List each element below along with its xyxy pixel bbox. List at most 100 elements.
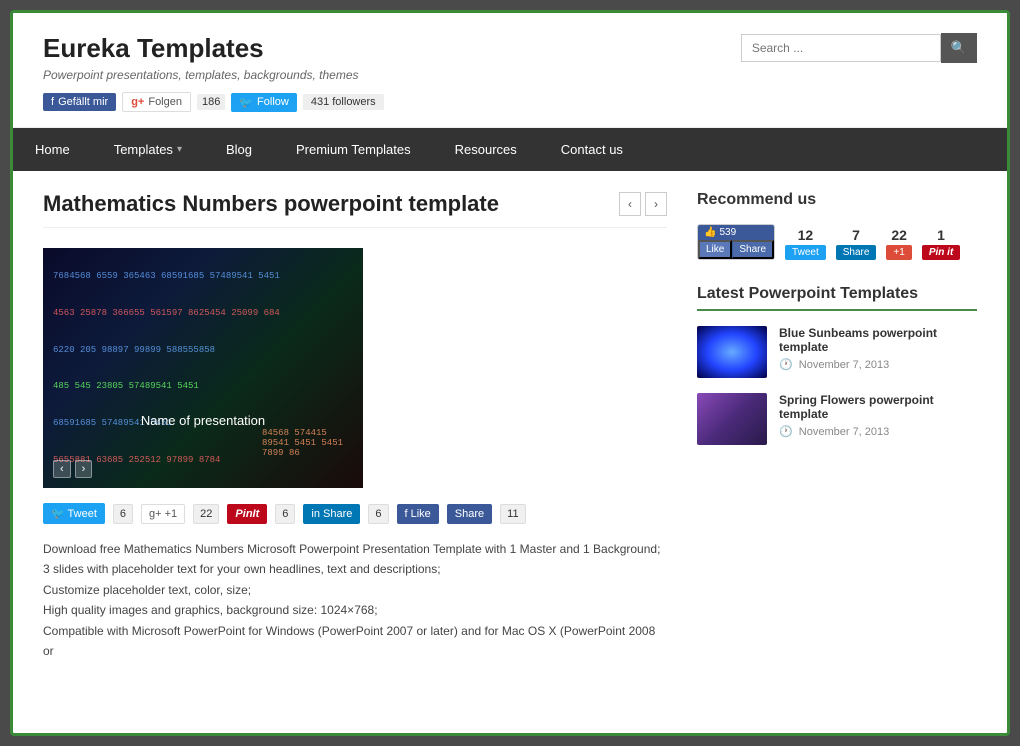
linkedin-count: 6 [368,504,388,524]
nav-item-premium[interactable]: Premium Templates [274,128,433,171]
fb-count: 539 [719,227,736,238]
template-thumbnail-1[interactable] [697,326,767,378]
desc-line-4: High quality images and graphics, backgr… [43,600,667,620]
nav-item-resources[interactable]: Resources [433,128,539,171]
pin-widget-count: 1 [937,227,945,243]
search-box: 🔍 [741,33,977,63]
gplus-label: Folgen [148,96,182,108]
latest-template-name-1[interactable]: Blue Sunbeams powerpoint template [779,326,977,354]
sidebar: Recommend us 👍 539 Like Share [697,191,977,661]
pin-count: 6 [275,504,295,524]
twitter-follow-button[interactable]: 🐦 Follow [231,93,297,112]
tweet-button[interactable]: 🐦 Tweet [43,503,105,524]
nav-blog-label: Blog [226,142,252,157]
latest-date-text-1: November 7, 2013 [799,359,890,371]
next-article-button[interactable]: › [645,192,667,216]
desc-line-2: 3 slides with placeholder text for your … [43,559,667,579]
number-row-3: 6220 205 98897 99899 588555858 [53,345,353,355]
tweet-widget-count: 12 [798,227,814,243]
latest-date-text-2: November 7, 2013 [799,426,890,438]
fb-share-btn[interactable]: Share [732,240,774,259]
latest-title: Latest Powerpoint Templates [697,285,977,311]
gplus-follow-button[interactable]: g+ Folgen [122,92,191,112]
nav-item-home[interactable]: Home [13,128,92,171]
linkedin-share-button[interactable]: in Share [303,504,360,524]
facebook-like-button[interactable]: f Gefällt mir [43,93,116,111]
social-share-bar: 🐦 Tweet 6 g+ +1 22 PinIt 6 in Share 6 f … [43,503,667,524]
gplus-widget: 22 +1 [886,227,911,260]
nav-item-blog[interactable]: Blog [204,128,274,171]
facebook-widget: 👍 539 Like Share [697,224,775,260]
article-header: Mathematics Numbers powerpoint template … [43,191,667,228]
number-row-1: 7684568 6559 365463 68591685 57489541 54… [53,271,353,281]
pinterest-button[interactable]: PinIt [227,504,267,524]
thumbs-up-icon: 👍 [704,227,716,238]
gplus-icon: g+ [131,96,144,108]
desc-line-3: Customize placeholder text, color, size; [43,580,667,600]
linkedin-action-button[interactable]: Share [836,245,877,260]
article-title: Mathematics Numbers powerpoint template [43,191,499,217]
latest-template-name-2[interactable]: Spring Flowers powerpoint template [779,393,977,421]
gplus-share-count: 22 [193,504,219,524]
number-row-2: 4563 25878 366655 561597 8625454 25099 6… [53,308,353,318]
social-widgets-row: 👍 539 Like Share 12 Tweet [697,224,977,260]
article-description: Download free Mathematics Numbers Micros… [43,539,667,661]
gplus-action-button[interactable]: +1 [886,245,911,260]
fb-like-button[interactable]: Like [698,240,732,259]
nav-item-templates[interactable]: Templates ▾ [92,128,204,171]
search-button[interactable]: 🔍 [941,33,977,63]
latest-template-date-2: 🕐 November 7, 2013 [779,425,977,438]
gplus-count: 186 [197,94,225,110]
facebook-share-button[interactable]: f Like [397,504,439,524]
fb-like-label: Gefällt mir [58,96,108,108]
tweet-action-button[interactable]: Tweet [785,245,826,260]
fb-like-count-area: 👍 539 [698,225,774,240]
content-area: Mathematics Numbers powerpoint template … [43,191,667,661]
nav-item-contact[interactable]: Contact us [539,128,645,171]
spring-flowers-thumbnail [697,393,767,445]
nav-templates-label: Templates [114,142,173,157]
clock-icon-1: 🕐 [779,358,793,371]
blue-sunbeams-thumbnail [697,326,767,378]
latest-item-info-1: Blue Sunbeams powerpoint template 🕐 Nove… [779,326,977,371]
twitter-label: Follow [257,96,289,108]
nav-home-label: Home [35,142,70,157]
pinterest-action-button[interactable]: Pin it [922,245,960,260]
desc-line-1: Download free Mathematics Numbers Micros… [43,539,667,559]
presentation-name-label: Name of presentation [141,413,265,428]
image-prev-button[interactable]: ‹ [53,460,71,478]
main-nav: Home Templates ▾ Blog Premium Templates … [13,128,1007,171]
twitter-icon: 🐦 [239,96,253,109]
site-header: Eureka Templates Powerpoint presentation… [13,13,1007,128]
article-navigation: ‹ › [619,192,667,216]
number-overlay-bottom: 84568 57441589541 5451 54517899 86 [262,428,343,458]
nav-contact-label: Contact us [561,142,623,157]
facebook-icon: f [51,96,54,108]
prev-article-button[interactable]: ‹ [619,192,641,216]
templates-dropdown-icon: ▾ [177,144,182,155]
recommend-title: Recommend us [697,191,977,209]
latest-template-date-1: 🕐 November 7, 2013 [779,358,977,371]
desc-line-5: Compatible with Microsoft PowerPoint for… [43,621,667,662]
search-input[interactable] [741,34,941,62]
facebook-share-btn2[interactable]: Share [447,504,492,524]
facebook-count: 11 [500,504,525,524]
gp-widget-count: 22 [891,227,907,243]
number-row-4: 485 545 23805 57489541 5451 [53,381,353,391]
li-widget-count: 7 [852,227,860,243]
latest-item-info-2: Spring Flowers powerpoint template 🕐 Nov… [779,393,977,438]
twitter-followers-count: 431 followers [303,94,384,110]
tweet-widget: 12 Tweet [785,227,826,260]
pinterest-widget: 1 Pin it [922,227,960,260]
social-buttons: f Gefällt mir g+ Folgen 186 🐦 Follow 431 [43,92,384,112]
nav-premium-label: Premium Templates [296,142,411,157]
site-tagline: Powerpoint presentations, templates, bac… [43,68,384,82]
gplus-share-button[interactable]: g+ +1 [141,504,185,524]
image-next-button[interactable]: › [75,460,93,478]
image-nav: ‹ › [53,460,92,478]
latest-section: Latest Powerpoint Templates Blue Sunbeam… [697,285,977,445]
site-title: Eureka Templates [43,33,384,64]
list-item: Spring Flowers powerpoint template 🕐 Nov… [697,393,977,445]
template-thumbnail-2[interactable] [697,393,767,445]
list-item: Blue Sunbeams powerpoint template 🕐 Nove… [697,326,977,378]
